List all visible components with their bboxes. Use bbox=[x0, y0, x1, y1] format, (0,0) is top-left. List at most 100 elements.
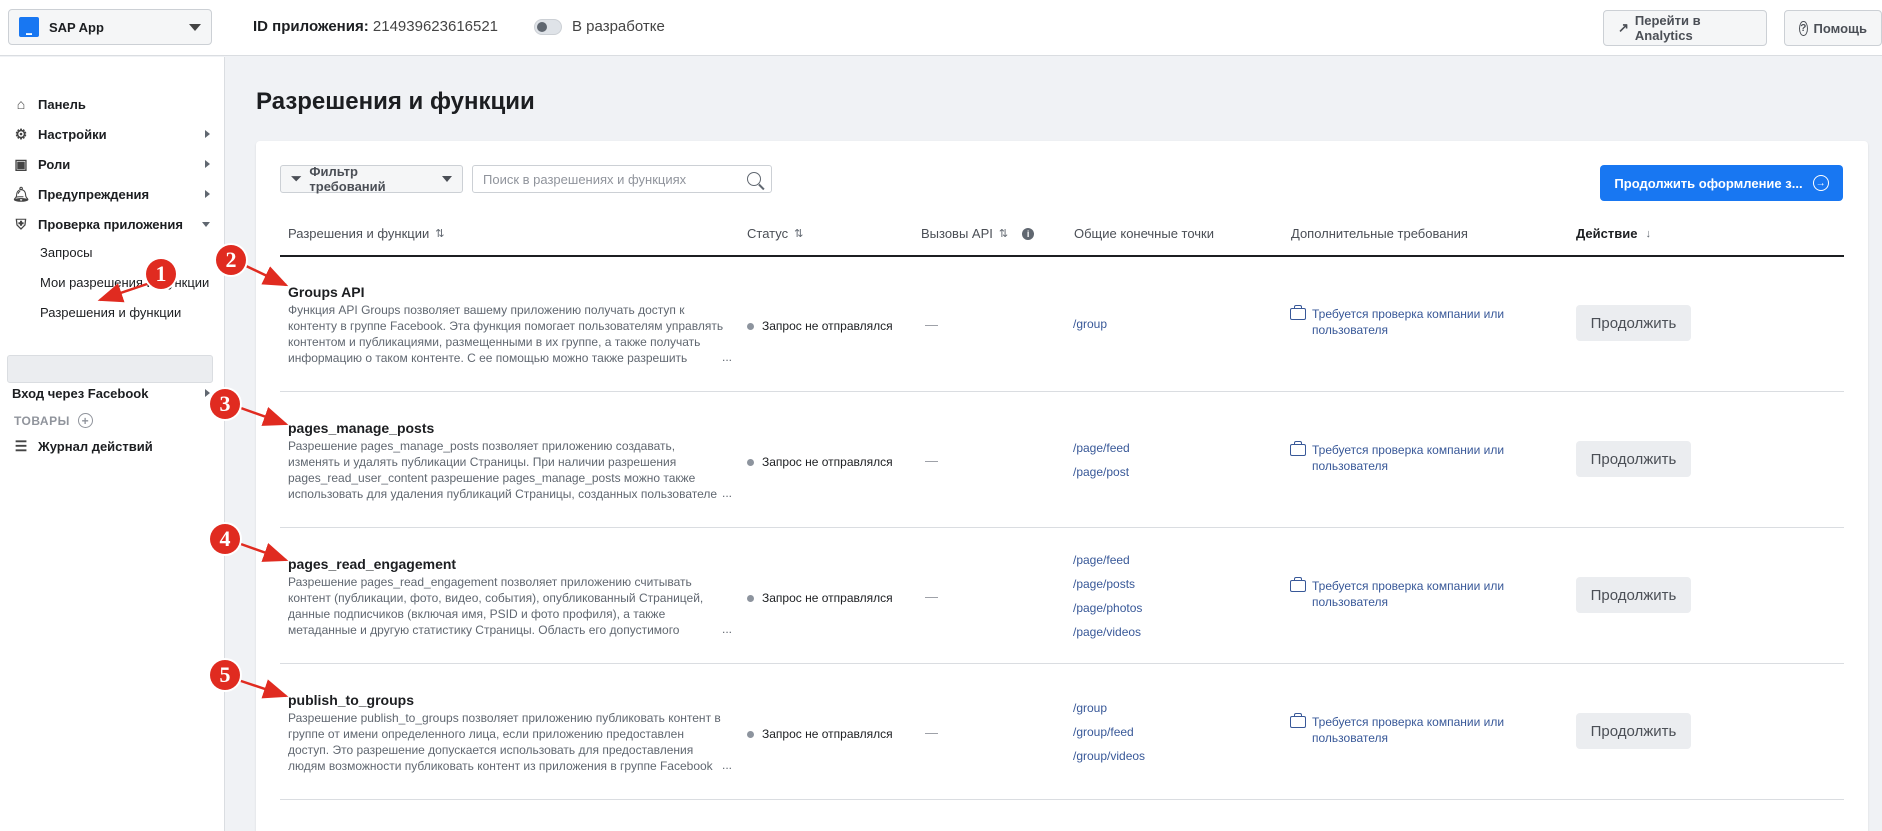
endpoint-link[interactable]: /page/videos bbox=[1073, 620, 1142, 644]
api-calls-value: — bbox=[925, 725, 938, 740]
sort-icon: ⇅ bbox=[998, 228, 1009, 240]
filter-requirements-button[interactable]: ⏷ Фильтр требований bbox=[280, 164, 463, 194]
page-title: Разрешения и функции bbox=[256, 88, 535, 115]
app-name: SAP App bbox=[49, 19, 104, 35]
expand-description[interactable]: ... bbox=[718, 350, 733, 364]
chevron-down-icon bbox=[202, 221, 210, 227]
sidebar-subitem-requests[interactable]: Запросы bbox=[40, 245, 92, 260]
sidebar-item-roles[interactable]: ▣ Роли bbox=[12, 153, 210, 175]
app-selector[interactable]: ▬ SAP App bbox=[8, 9, 212, 45]
search-box[interactable] bbox=[472, 165, 772, 193]
column-header-status[interactable]: Статус ⇅ bbox=[747, 226, 803, 241]
continue-button[interactable]: Продолжить bbox=[1576, 713, 1691, 749]
requirement-link[interactable]: Требуется проверка компании или пользова… bbox=[1290, 577, 1520, 610]
requirement-link[interactable]: Требуется проверка компании или пользова… bbox=[1290, 713, 1520, 746]
expand-description[interactable]: ... bbox=[718, 758, 733, 772]
home-icon: ⌂ bbox=[16, 96, 26, 112]
status-badge: Запрос не отправлялся bbox=[747, 591, 893, 605]
dev-mode-toggle[interactable] bbox=[534, 19, 562, 35]
roles-icon: ▣ bbox=[14, 155, 28, 172]
app-id: ID приложения: 214939623616521 bbox=[253, 18, 499, 35]
table-row: Groups API Функция API Groups позволяет … bbox=[280, 256, 1844, 392]
sort-down-icon: ↓ bbox=[1645, 227, 1651, 240]
endpoint-link[interactable]: /group/feed bbox=[1073, 720, 1145, 744]
search-input[interactable] bbox=[483, 171, 747, 187]
dev-mode-label: В разработке bbox=[572, 18, 665, 35]
sidebar-subitem-my-permissions[interactable]: Мои разрешения и функции bbox=[40, 275, 209, 290]
endpoints-list: /page/feed /page/post bbox=[1073, 436, 1130, 484]
expand-description[interactable]: ... bbox=[718, 622, 733, 636]
analytics-button[interactable]: ↗ Перейти в Analytics bbox=[1603, 10, 1767, 46]
chevron-right-icon bbox=[205, 160, 210, 168]
column-header-permissions[interactable]: Разрешения и функции ⇅ bbox=[288, 226, 444, 241]
column-header-api-calls[interactable]: Вызовы API ⇅ i bbox=[921, 226, 1035, 241]
help-icon: ? bbox=[1799, 20, 1808, 36]
continue-button[interactable]: Продолжить bbox=[1576, 441, 1691, 477]
requirement-link[interactable]: Требуется проверка компании или пользова… bbox=[1290, 305, 1520, 338]
endpoint-link[interactable]: /page/photos bbox=[1073, 596, 1142, 620]
permission-name[interactable]: pages_manage_posts bbox=[288, 420, 434, 436]
continue-button[interactable]: Продолжить bbox=[1576, 577, 1691, 613]
trend-up-icon: ↗ bbox=[1618, 20, 1629, 35]
endpoint-link[interactable]: /group/videos bbox=[1073, 744, 1145, 768]
table-row: pages_read_engagement Разрешение pages_r… bbox=[280, 528, 1844, 664]
sidebar-active-highlight bbox=[7, 355, 213, 383]
permission-name[interactable]: publish_to_groups bbox=[288, 692, 414, 708]
api-calls-value: — bbox=[925, 317, 938, 332]
permission-description: Функция API Groups позволяет вашему прил… bbox=[288, 303, 724, 365]
endpoint-link[interactable]: /page/feed bbox=[1073, 436, 1130, 460]
sidebar-item-app-review[interactable]: ⛨ Проверка приложения bbox=[12, 213, 210, 235]
status-badge: Запрос не отправлялся bbox=[747, 455, 893, 469]
sidebar-item-dashboard[interactable]: ⌂ Панель bbox=[12, 93, 210, 115]
sidebar-item-settings[interactable]: ⚙ Настройки bbox=[12, 123, 210, 145]
briefcase-icon bbox=[1290, 305, 1306, 320]
table-row: publish_to_groups Разрешение publish_to_… bbox=[280, 664, 1844, 800]
expand-description[interactable]: ... bbox=[718, 486, 733, 500]
sidebar-item-alerts[interactable]: 🔔︎ Предупреждения bbox=[12, 183, 210, 205]
sort-icon: ⇅ bbox=[794, 228, 804, 240]
app-logo: ▬ bbox=[19, 17, 39, 37]
briefcase-icon bbox=[1290, 713, 1306, 728]
permission-description: Разрешение pages_read_engagement позволя… bbox=[288, 575, 704, 637]
briefcase-icon bbox=[1290, 441, 1306, 456]
endpoints-list: /group /group/feed /group/videos bbox=[1073, 696, 1145, 768]
column-header-action[interactable]: Действие ↓ bbox=[1576, 226, 1651, 241]
help-button[interactable]: ? Помощь bbox=[1784, 10, 1882, 46]
sidebar-subitem-permissions-features[interactable]: Разрешения и функции bbox=[40, 305, 181, 320]
list-icon: ☰ bbox=[14, 437, 28, 454]
shield-icon: ⛨ bbox=[15, 215, 27, 232]
info-icon[interactable]: i bbox=[1022, 227, 1035, 240]
filter-icon: ⏷ bbox=[291, 171, 302, 186]
endpoint-link[interactable]: /page/posts bbox=[1073, 572, 1142, 596]
endpoints-list: /group bbox=[1073, 312, 1107, 336]
products-section-label: ТОВАРЫ + bbox=[14, 413, 93, 428]
annotation-badge: 3 bbox=[210, 389, 240, 419]
endpoint-link[interactable]: /group bbox=[1073, 696, 1145, 720]
sidebar-item-facebook-login[interactable]: Вход через Facebook bbox=[12, 382, 210, 404]
chevron-right-icon bbox=[205, 130, 210, 138]
table-row: pages_manage_posts Разрешение pages_mana… bbox=[280, 392, 1844, 528]
chevron-down-icon bbox=[189, 23, 201, 31]
column-header-requirements: Дополнительные требования bbox=[1291, 226, 1468, 241]
status-badge: Запрос не отправлялся bbox=[747, 727, 893, 741]
search-icon[interactable] bbox=[747, 172, 761, 186]
annotation-badge: 1 bbox=[146, 259, 176, 289]
bell-icon: 🔔︎ bbox=[12, 185, 30, 202]
annotation-badge: 4 bbox=[210, 524, 240, 554]
gear-icon: ⚙ bbox=[14, 125, 28, 142]
sort-icon: ⇅ bbox=[435, 228, 445, 240]
requirement-link[interactable]: Требуется проверка компании или пользова… bbox=[1290, 441, 1520, 474]
permission-name[interactable]: Groups API bbox=[288, 284, 365, 300]
arrow-right-icon: → bbox=[1812, 175, 1829, 191]
continue-button[interactable]: Продолжить bbox=[1576, 305, 1691, 341]
chevron-right-icon bbox=[205, 389, 210, 397]
continue-setup-button[interactable]: Продолжить оформление з... → bbox=[1600, 165, 1843, 201]
api-calls-value: — bbox=[925, 589, 938, 604]
permission-name[interactable]: pages_read_engagement bbox=[288, 556, 456, 572]
endpoint-link[interactable]: /group bbox=[1073, 312, 1107, 336]
annotation-badge: 2 bbox=[216, 245, 246, 275]
sidebar-item-activity-log[interactable]: ☰ Журнал действий bbox=[12, 435, 210, 457]
endpoint-link[interactable]: /page/feed bbox=[1073, 548, 1142, 572]
add-product-icon[interactable]: + bbox=[77, 413, 93, 428]
endpoint-link[interactable]: /page/post bbox=[1073, 460, 1130, 484]
